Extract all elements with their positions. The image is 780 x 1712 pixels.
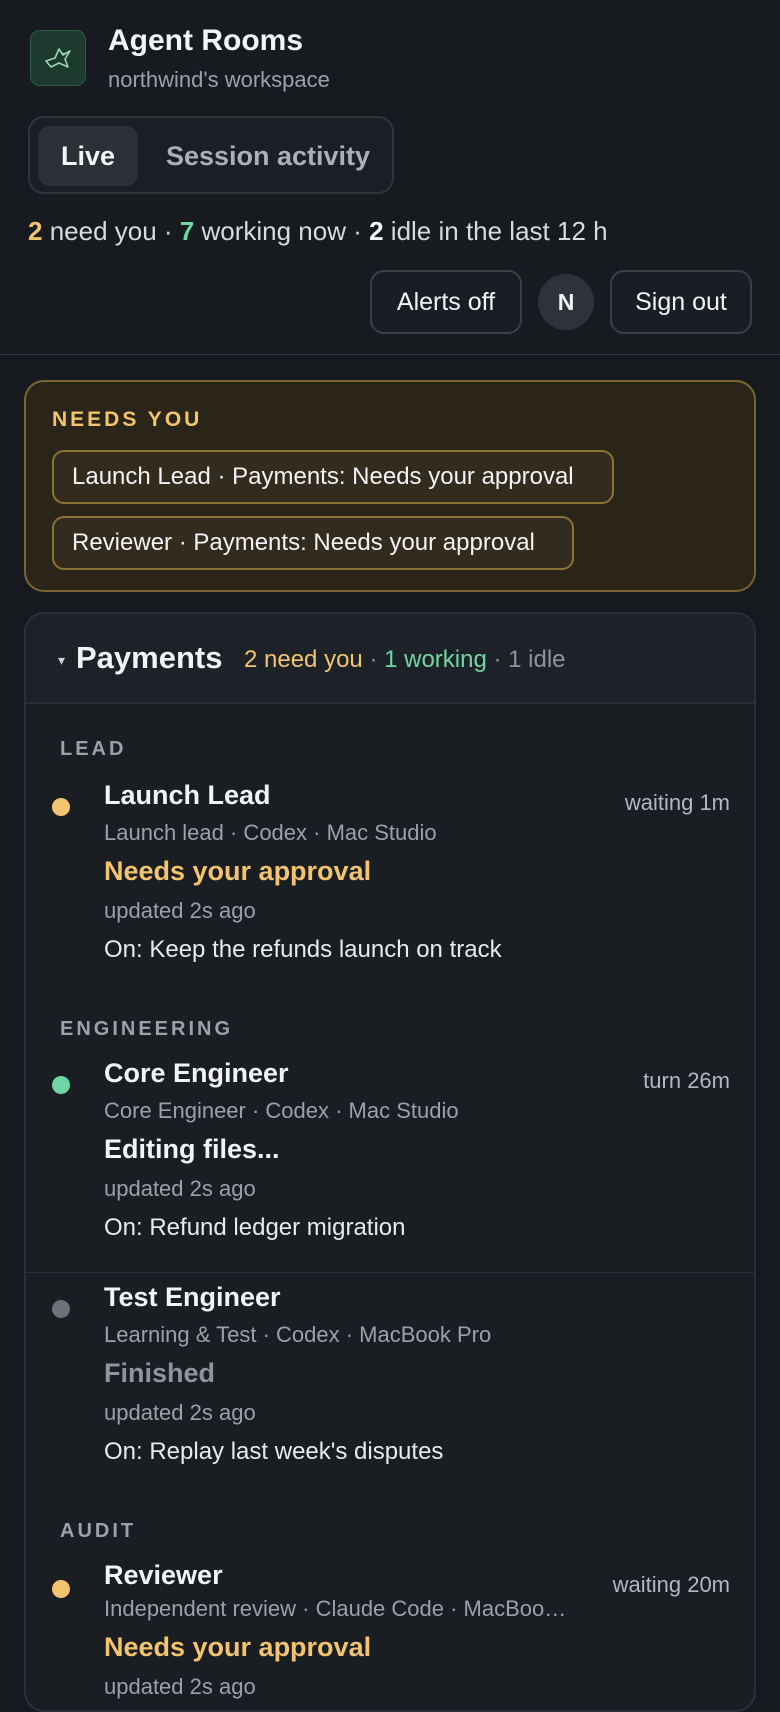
agent-updated: updated 2s ago [104,1176,256,1201]
tab-live[interactable]: Live [38,126,138,186]
agent-status: Needs your approval [104,856,372,886]
agent-status: Editing files... [104,1134,280,1164]
need-count: 2 [28,216,43,246]
agent-meta: Core Engineer · Codex · Mac Studio [104,1098,459,1123]
tab-session-activity[interactable]: Session activity [150,126,386,186]
room-header[interactable]: ▾ Payments 2 need you · 1 working · 1 id… [26,614,754,704]
status-dot [52,1300,70,1318]
agent-name: Test Engineer [104,1282,281,1312]
agent-name: Reviewer [104,1560,223,1590]
needs-you-item[interactable]: Launch Lead · Payments: Needs your appro… [52,450,614,504]
needs-you-item[interactable]: Reviewer · Payments: Needs your approval [52,516,574,570]
alerts-toggle-button[interactable]: Alerts off [370,270,522,334]
needs-you-panel: NEEDS YOU Launch Lead · Payments: Needs … [24,380,756,592]
view-tabs: Live Session activity [28,116,394,194]
agent-status: Needs your approval [104,1632,372,1662]
agent-time: waiting 1m [624,790,730,815]
agent-time: turn 26m [643,1068,730,1093]
row-divider [26,1272,754,1273]
status-summary: 2 need you · 7 working now · 2 idle in t… [28,216,608,247]
avatar[interactable]: N [538,274,594,330]
agent-task: On: Replay last week's disputes [104,1438,444,1465]
room-title: Payments [76,640,223,675]
app-title: Agent Rooms [108,24,303,57]
section-title-audit: AUDIT [60,1520,137,1542]
room-separator: · [362,646,385,673]
working-label: working now · [194,216,370,246]
idle-label: idle in the last 12 h [383,216,608,246]
working-count: 7 [179,216,195,246]
workspace-name: northwind's workspace [108,67,330,92]
idle-count: 2 [369,216,384,246]
status-dot [52,1580,70,1598]
agent-name: Core Engineer [104,1058,289,1088]
room-working-count: 1 working [384,646,487,673]
room-counts: 2 need you · 1 working · 1 idle [244,646,566,674]
room-need-count: 2 need you [244,646,363,673]
room-card-payments: ▾ Payments 2 need you · 1 working · 1 id… [24,612,756,1712]
agent-time: waiting 20m [612,1572,730,1597]
sign-out-button[interactable]: Sign out [610,270,752,334]
section-title-lead: LEAD [60,738,127,760]
agent-updated: updated 2s ago [104,1674,256,1699]
room-idle-count: 1 idle [508,646,566,673]
agent-meta: Learning & Test · Codex · MacBook Pro [104,1322,492,1347]
bird-icon [30,30,86,86]
room-separator: · [486,646,509,673]
agent-updated: updated 2s ago [104,1400,256,1425]
agent-meta: Launch lead · Codex · Mac Studio [104,820,437,845]
agent-task: On: Keep the refunds launch on track [104,936,502,963]
agent-status: Finished [104,1358,216,1388]
agent-task: On: Refund ledger migration [104,1214,406,1241]
agent-updated: updated 2s ago [104,898,256,923]
agent-name: Launch Lead [104,780,271,810]
app-header: Agent Rooms northwind's workspace Live S… [0,0,780,355]
needs-you-title: NEEDS YOU [52,408,203,431]
collapse-caret-icon[interactable]: ▾ [58,652,65,669]
agent-meta: Independent review · Claude Code · MacBo… [104,1596,574,1621]
status-dot [52,1076,70,1094]
status-dot [52,798,70,816]
section-title-engineering: ENGINEERING [60,1018,234,1040]
need-label: need you · [42,216,180,246]
